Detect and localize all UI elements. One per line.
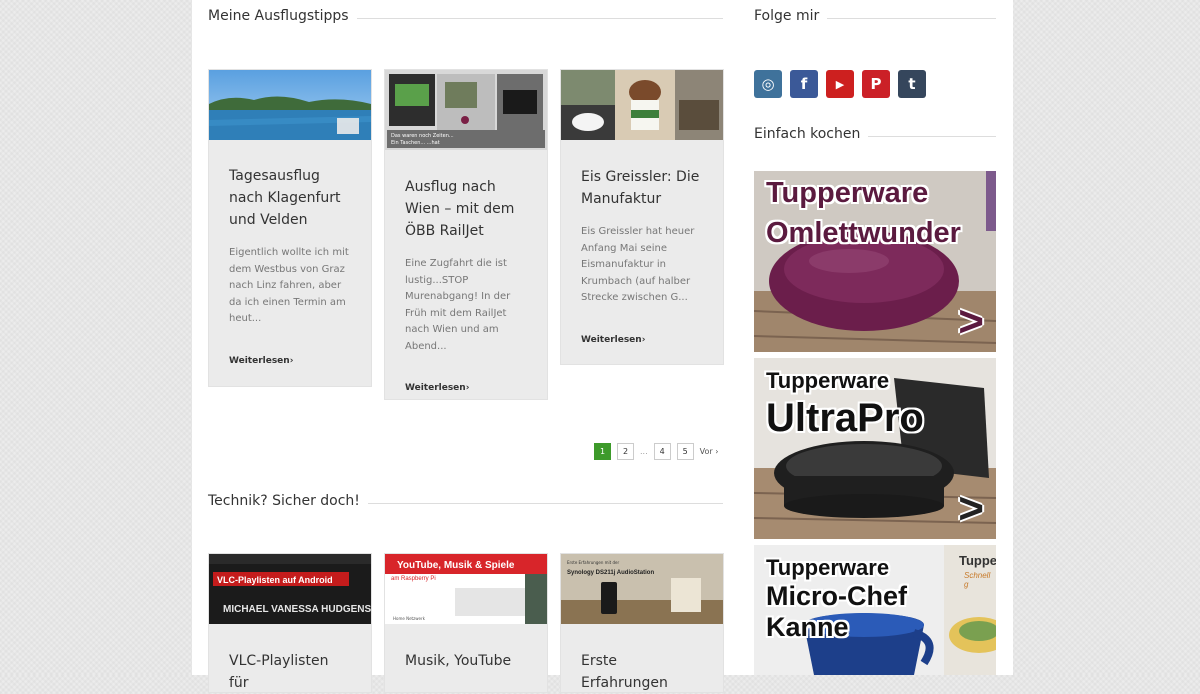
- post-thumbnail[interactable]: [561, 70, 723, 140]
- heading-divider: [868, 135, 996, 137]
- pagination-ellipsis: ...: [640, 447, 648, 456]
- chevron-right-icon: ›: [465, 383, 470, 393]
- post-excerpt: Eine Zugfahrt die ist lustig...STOP Mure…: [405, 258, 511, 352]
- section-title: Meine Ausflugstipps: [208, 8, 349, 24]
- post-card[interactable]: Tagesausflug nach Klagenfurt und Velden …: [208, 69, 372, 387]
- post-title[interactable]: VLC-Playlisten für: [229, 650, 351, 694]
- read-more-link[interactable]: Weiterlesen›: [405, 375, 527, 394]
- youtube-icon[interactable]: ▶: [826, 70, 854, 98]
- facebook-glyph: f: [800, 75, 808, 93]
- post-card[interactable]: VLC-Playlisten auf Android MICHAEL VANES…: [208, 553, 372, 693]
- banner-line-2: UltraPro: [766, 396, 924, 440]
- post-card[interactable]: Erste Erfahrungen mit der Synology DS211…: [560, 553, 724, 693]
- post-excerpt: Eigentlich wollte ich mit dem Westbus vo…: [229, 247, 349, 324]
- ausflug-section-heading: Meine Ausflugstipps: [208, 8, 723, 24]
- next-page-link[interactable]: Vor ›: [700, 447, 719, 456]
- post-thumbnail[interactable]: YouTube, Musik & Spiele am Raspberry Pi …: [385, 554, 547, 624]
- section-title: Technik? Sicher doch!: [208, 493, 360, 509]
- tumblr-icon[interactable]: t: [898, 70, 926, 98]
- thumbnail-title: Synology DS211j AudioStation: [567, 570, 654, 576]
- heading-divider: [827, 17, 996, 19]
- post-title[interactable]: Ausflug nach Wien – mit dem ÖBB RailJet: [405, 176, 527, 242]
- instagram-glyph: ◎: [761, 75, 775, 93]
- technik-section-heading: Technik? Sicher doch!: [208, 493, 723, 509]
- pinterest-glyph: P: [870, 75, 882, 93]
- post-card[interactable]: Das waren noch Zeiten... Ein Taschen... …: [384, 69, 548, 400]
- post-thumbnail[interactable]: Das waren noch Zeiten... Ein Taschen... …: [385, 70, 547, 150]
- banner-corner-subtitle: Schnell g: [964, 571, 991, 589]
- page-link-current[interactable]: 1: [594, 443, 611, 460]
- thumbnail-caption: MICHAEL VANESSA HUDGENS: [223, 604, 371, 615]
- thumbnail-caption: Das waren noch Zeiten...: [391, 133, 454, 139]
- follow-section-heading: Folge mir: [754, 8, 996, 24]
- page-link[interactable]: 4: [653, 443, 671, 460]
- post-title[interactable]: Eis Greissler: Die Manufaktur: [581, 166, 703, 210]
- page-link[interactable]: 5: [676, 443, 694, 460]
- chevron-right-icon: ›: [641, 334, 646, 345]
- instagram-icon[interactable]: ◎: [754, 70, 782, 98]
- section-title: Einfach kochen: [754, 126, 861, 142]
- facebook-icon[interactable]: f: [790, 70, 818, 98]
- thumbnail-title: VLC-Playlisten auf Android: [217, 575, 333, 585]
- chevron-right-icon: ›: [289, 355, 294, 366]
- arrow-right-icon: >: [958, 484, 984, 533]
- read-more-label[interactable]: Weiterlesen: [581, 335, 642, 345]
- banner-line-1: Tupperware: [766, 177, 929, 209]
- read-more-label[interactable]: Weiterlesen: [229, 356, 290, 366]
- post-thumbnail[interactable]: VLC-Playlisten auf Android MICHAEL VANES…: [209, 554, 371, 624]
- read-more-link[interactable]: Weiterlesen›: [229, 348, 351, 367]
- read-more-label[interactable]: Weiterlesen: [405, 383, 466, 393]
- banner-line-1: Tupperware: [766, 368, 890, 393]
- thumbnail-caption: Erste Erfahrungen mit der: [567, 560, 619, 565]
- post-excerpt: Eis Greissler hat heuer Anfang Mai seine…: [581, 226, 695, 303]
- section-title: Folge mir: [754, 8, 820, 24]
- kochen-section-heading: Einfach kochen: [754, 126, 996, 142]
- banner-line-2: Omlettwunder: [766, 217, 961, 249]
- post-thumbnail[interactable]: [209, 70, 371, 140]
- pagination: 1 2 ... 4 5 Vor ›: [594, 443, 718, 460]
- banner-line-1: Tupperware: [766, 555, 890, 580]
- banner-corner-label: Tuppe: [959, 553, 996, 568]
- post-title[interactable]: Tagesausflug nach Klagenfurt und Velden: [229, 165, 351, 231]
- read-more-link[interactable]: Weiterlesen›: [581, 327, 703, 346]
- pinterest-icon[interactable]: P: [862, 70, 890, 98]
- post-title[interactable]: Erste Erfahrungen: [581, 650, 703, 694]
- tupperware-ultrapro-banner[interactable]: Tupperware UltraPro >: [754, 358, 996, 539]
- chevron-right-icon: ›: [715, 447, 719, 456]
- thumbnail-subtitle: am Raspberry Pi: [391, 576, 436, 582]
- post-card[interactable]: Eis Greissler: Die Manufaktur Eis Greiss…: [560, 69, 724, 365]
- social-icons: ◎ f ▶ P t: [754, 70, 926, 98]
- youtube-glyph: ▶: [835, 77, 845, 91]
- post-thumbnail[interactable]: Erste Erfahrungen mit der Synology DS211…: [561, 554, 723, 624]
- tupperware-micro-chef-banner[interactable]: Tupperware Micro-Chef Kanne Tuppe Schnel…: [754, 545, 996, 675]
- thumbnail-caption: Ein Taschen... ...hat: [391, 140, 440, 146]
- thumbnail-caption: Home Netzwerk: [393, 616, 426, 621]
- tupperware-omlettwunder-banner[interactable]: Tupperware Omlettwunder >: [754, 171, 996, 352]
- heading-divider: [367, 502, 723, 504]
- arrow-right-icon: >: [958, 297, 984, 346]
- tumblr-glyph: t: [908, 75, 916, 93]
- page-link[interactable]: 2: [617, 443, 634, 460]
- banner-line-2: Micro-Chef Kanne: [766, 581, 907, 642]
- next-page-label[interactable]: Vor: [700, 447, 713, 456]
- post-card[interactable]: YouTube, Musik & Spiele am Raspberry Pi …: [384, 553, 548, 693]
- thumbnail-title: YouTube, Musik & Spiele: [397, 560, 515, 571]
- heading-divider: [356, 17, 723, 19]
- post-title[interactable]: Musik, YouTube: [405, 650, 527, 672]
